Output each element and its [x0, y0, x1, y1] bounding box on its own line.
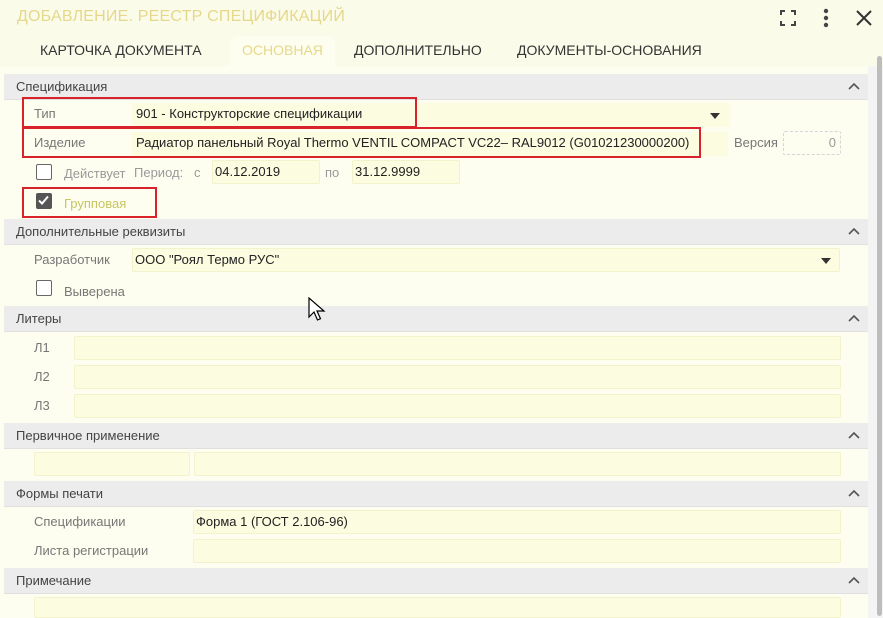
section-title: Дополнительные реквизиты — [16, 224, 186, 239]
section-title: Примечание — [16, 573, 92, 588]
chevron-up-icon[interactable] — [846, 310, 862, 326]
title-bar: ДОБАВЛЕНИЕ. РЕЕСТР СПЕЦИФИКАЦИЙ — [0, 0, 883, 36]
period-from-field[interactable]: 04.12.2019 — [212, 160, 320, 184]
l3-label: Л3 — [34, 398, 50, 413]
section-liters-header[interactable]: Литеры — [4, 306, 868, 332]
chevron-down-icon[interactable] — [710, 113, 720, 119]
active-checkbox[interactable] — [36, 164, 52, 180]
tab-document-card[interactable]: КАРТОЧКА ДОКУМЕНТА — [40, 36, 202, 66]
print-reg-field[interactable] — [193, 539, 841, 563]
chevron-up-icon[interactable] — [846, 223, 862, 239]
version-label: Версия — [734, 135, 778, 150]
verified-checkbox[interactable] — [36, 280, 52, 296]
section-extra-header[interactable]: Дополнительные реквизиты — [4, 219, 868, 245]
l3-field[interactable] — [74, 394, 841, 418]
primary-code-field[interactable] — [34, 452, 190, 476]
section-title: Формы печати — [16, 486, 104, 501]
highlight-type — [22, 97, 417, 128]
l2-label: Л2 — [34, 369, 50, 384]
verified-label: Выверена — [64, 284, 125, 299]
mouse-cursor-icon — [308, 297, 326, 321]
primary-name-field[interactable] — [194, 452, 841, 476]
close-icon[interactable] — [851, 5, 877, 31]
section-title: Спецификация — [16, 79, 108, 94]
active-label: Действует — [64, 166, 126, 181]
tab-additional[interactable]: ДОПОЛНИТЕЛЬНО — [354, 36, 482, 66]
version-field[interactable]: 0 — [783, 131, 841, 155]
developer-label: Разработчик — [34, 252, 110, 267]
tab-base-documents[interactable]: ДОКУМЕНТЫ-ОСНОВАНИЯ — [517, 36, 702, 66]
chevron-up-icon[interactable] — [846, 78, 862, 94]
period-label: Период: — [134, 165, 184, 180]
period-to-field[interactable]: 31.12.9999 — [352, 160, 460, 184]
tab-bar: КАРТОЧКА ДОКУМЕНТА ОСНОВНАЯ ДОПОЛНИТЕЛЬН… — [0, 36, 883, 66]
section-primary-header[interactable]: Первичное применение — [4, 423, 868, 449]
scrollbar-thumb[interactable] — [877, 56, 882, 616]
chevron-up-icon[interactable] — [846, 485, 862, 501]
print-spec-value: Форма 1 (ГОСТ 2.106-96) — [196, 514, 348, 529]
developer-value: ООО "Роял Термо РУС" — [135, 252, 280, 267]
developer-select[interactable]: ООО "Роял Термо РУС" — [132, 248, 840, 272]
section-note-header[interactable]: Примечание — [4, 568, 868, 594]
l1-label: Л1 — [34, 340, 50, 355]
period-to-label: по — [325, 165, 340, 180]
window-title: ДОБАВЛЕНИЕ. РЕЕСТР СПЕЦИФИКАЦИЙ — [17, 8, 346, 25]
note-field[interactable] — [34, 597, 841, 618]
chevron-up-icon[interactable] — [846, 427, 862, 443]
section-print-header[interactable]: Формы печати — [4, 481, 868, 507]
section-title: Первичное применение — [16, 428, 160, 443]
print-spec-label: Спецификации — [34, 514, 126, 529]
l1-field[interactable] — [74, 336, 841, 360]
print-reg-label: Листа регистрации — [34, 543, 149, 558]
period-from-label: с — [194, 165, 201, 180]
highlight-item — [22, 127, 701, 158]
print-spec-field[interactable]: Форма 1 (ГОСТ 2.106-96) — [193, 510, 841, 534]
chevron-down-icon[interactable] — [821, 258, 831, 264]
chevron-up-icon[interactable] — [846, 572, 862, 588]
section-title: Литеры — [16, 311, 62, 326]
l2-field[interactable] — [74, 365, 841, 389]
tab-main[interactable]: ОСНОВНАЯ — [230, 36, 335, 66]
more-menu-icon[interactable] — [813, 5, 839, 31]
fullscreen-icon[interactable] — [775, 5, 801, 31]
highlight-group — [22, 187, 157, 218]
